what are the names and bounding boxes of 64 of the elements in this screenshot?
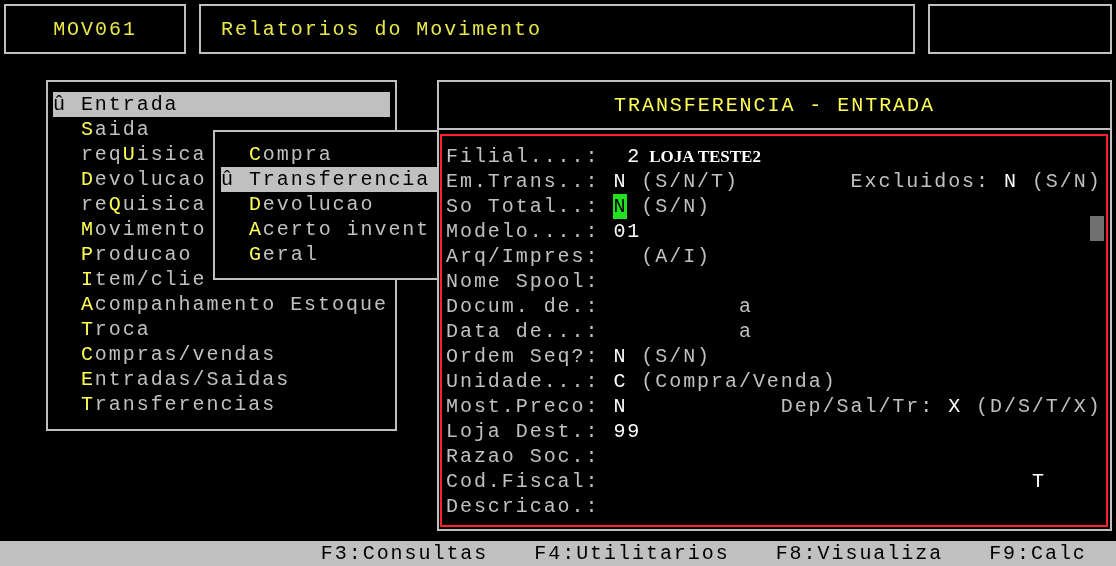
menu-item[interactable]: Transferencias: [53, 392, 277, 417]
menu-item[interactable]: req Uisica: [53, 142, 207, 167]
field-value[interactable]: N: [613, 194, 628, 219]
field-label: Most.Preco:: [446, 394, 601, 419]
field-value[interactable]: N: [613, 344, 628, 369]
field-hint: (S/N): [641, 344, 712, 369]
menu-item[interactable]: Devolucao: [221, 192, 375, 217]
field-label: Arq/Impres:: [446, 244, 601, 269]
menu-item[interactable]: Acerto invent: [221, 217, 431, 242]
field-label: Modelo....:: [446, 219, 601, 244]
field-label: Unidade...:: [446, 369, 601, 394]
menu-item[interactable]: Movimento: [53, 217, 207, 242]
field-value[interactable]: X: [948, 394, 963, 419]
field-label: Em.Trans..:: [446, 169, 601, 194]
field-label: So Total..:: [446, 194, 601, 219]
menu-item[interactable]: Acompanhamento Estoque: [53, 292, 388, 317]
menu-item[interactable]: Compra: [221, 142, 333, 167]
range-separator: a: [738, 294, 753, 319]
menu-item[interactable]: reQuisica: [53, 192, 207, 217]
function-key[interactable]: F4:Utilitarios: [534, 542, 730, 565]
field-label: Cod.Fiscal:: [446, 469, 601, 494]
scrollbar-thumb[interactable]: [1090, 216, 1104, 241]
field-label: Nome Spool:: [446, 269, 601, 294]
menu-item[interactable]: P roducao: [53, 242, 193, 267]
menu-item[interactable]: Entradas/Saidas: [53, 367, 291, 392]
screen-title: Relatorios do Movimento: [221, 17, 542, 41]
form-title: TRANSFERENCIA - ENTRADA: [614, 93, 935, 117]
field-value[interactable]: 01: [613, 219, 642, 244]
field-label: Docum. de.:: [446, 294, 601, 319]
field-label: Data de...:: [446, 319, 601, 344]
menu-item[interactable]: Compras/vendas: [53, 342, 277, 367]
field-hint: (Compra/Venda): [641, 369, 837, 394]
menu-item[interactable]: û Entrada: [53, 92, 390, 117]
field-label: Excluidos:: [850, 169, 990, 194]
field-hint: (S/N): [1031, 169, 1102, 194]
field-label: Razao Soc.:: [446, 444, 601, 469]
field-value[interactable]: N: [1003, 169, 1018, 194]
function-key[interactable]: F3:Consultas: [320, 542, 489, 565]
function-key[interactable]: F8:Visualiza: [775, 542, 944, 565]
menu-item[interactable]: Troca: [53, 317, 151, 342]
field-label: Loja Dest.:: [446, 419, 601, 444]
field-hint: (S/N): [641, 194, 712, 219]
field-label: Descricao.:: [446, 494, 601, 519]
function-key[interactable]: F9:Calc: [989, 542, 1087, 565]
range-separator: a: [738, 319, 753, 344]
menu-item[interactable]: I tem/clie: [53, 267, 207, 292]
field-value[interactable]: T: [1031, 469, 1046, 494]
menu-item[interactable]: Devolucao: [53, 167, 207, 192]
field-value[interactable]: N: [613, 394, 628, 419]
menu-item[interactable]: û Transferencia: [221, 167, 437, 192]
field-value[interactable]: N: [613, 169, 628, 194]
program-code: MOV061: [53, 17, 137, 41]
field-value[interactable]: 2: [613, 144, 642, 169]
field-label: Filial....:: [446, 144, 601, 169]
field-hint: (D/S/T/X): [976, 394, 1102, 419]
field-label: Ordem Seq?:: [446, 344, 601, 369]
store-name: LOJA TESTE2: [649, 146, 761, 168]
field-value[interactable]: 99: [613, 419, 642, 444]
field-value[interactable]: C: [613, 369, 628, 394]
menu-item[interactable]: Geral: [221, 242, 319, 267]
field-hint: (S/N/T): [641, 169, 739, 194]
field-hint: (A/I): [641, 244, 712, 269]
field-label: Dep/Sal/Tr:: [780, 394, 935, 419]
menu-item[interactable]: Saida: [53, 117, 151, 142]
